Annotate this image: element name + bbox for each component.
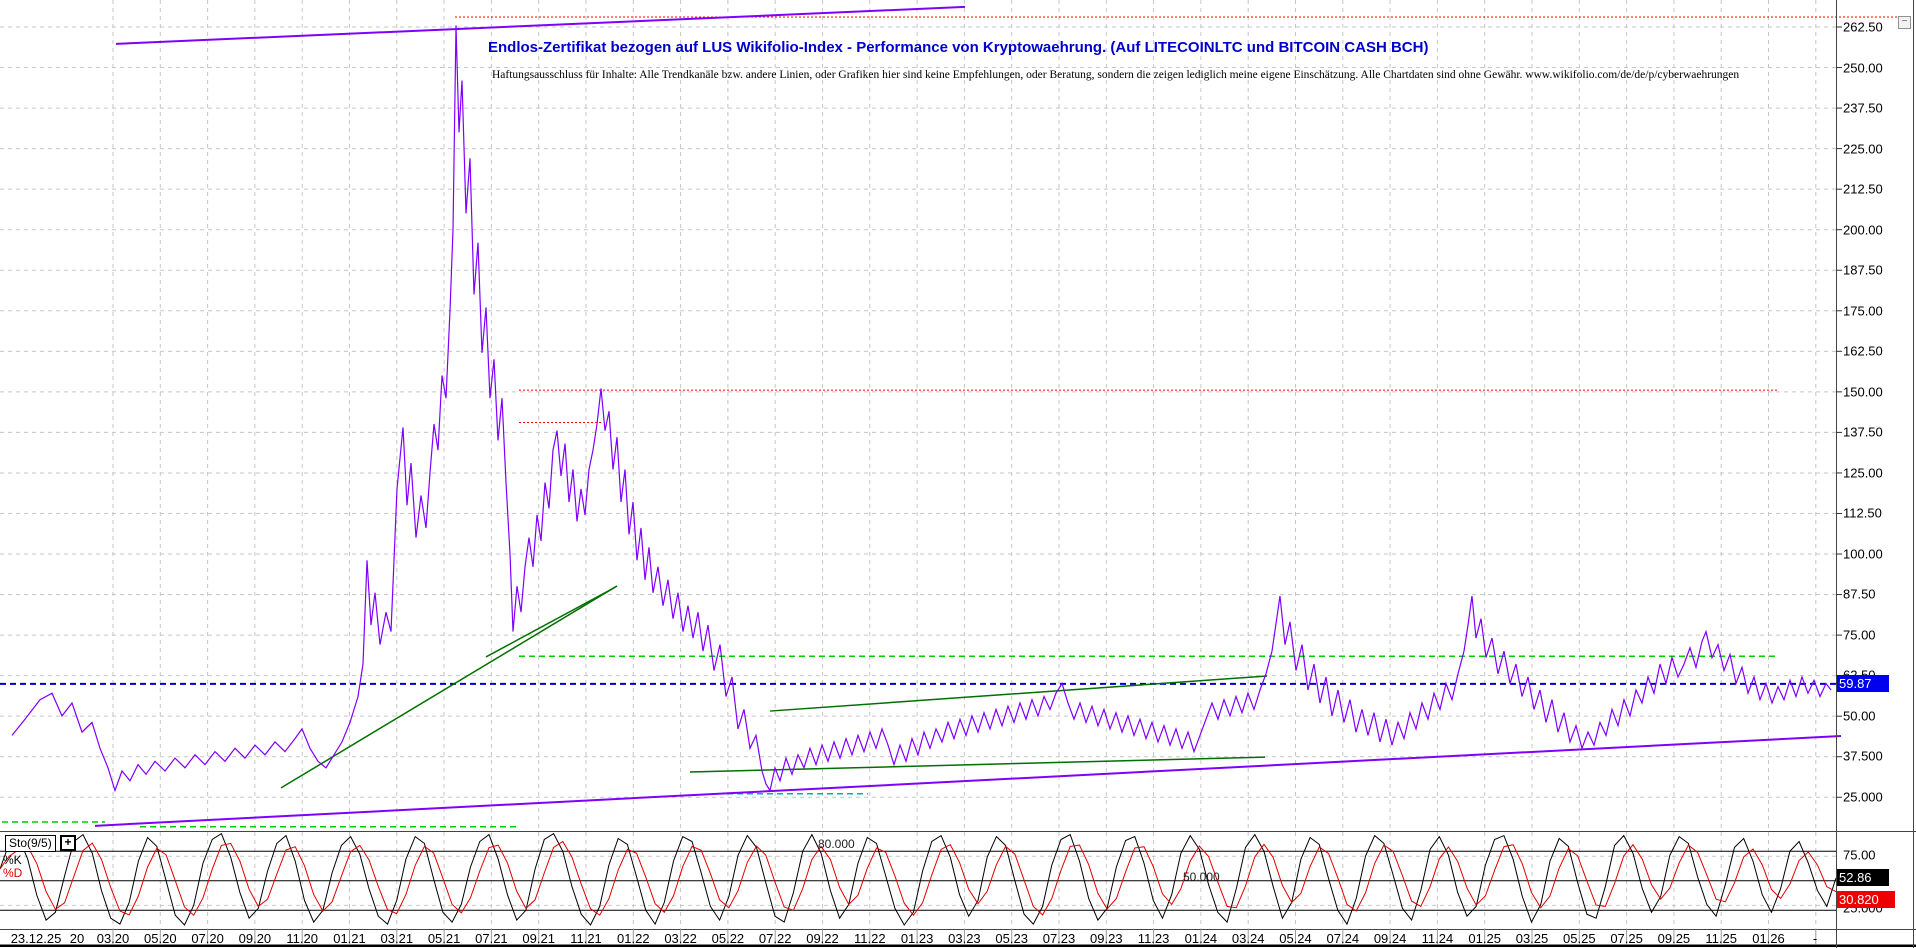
x-axis-label: 03.25	[1515, 931, 1549, 946]
price-axis-label: 150.00	[1843, 384, 1883, 400]
x-axis-label: 03.22	[664, 931, 697, 946]
trendline-green_solid	[769, 675, 1268, 712]
chart-title: Endlos-Zertifikat bezogen auf LUS Wikifo…	[488, 39, 1429, 56]
price-axis-label: 87.50	[1843, 586, 1876, 602]
price-axis-label: 200.00	[1843, 222, 1883, 238]
x-axis-label: 05.20	[144, 931, 177, 946]
price-axis-label: 250.00	[1843, 60, 1883, 76]
d-percent-label: %D	[3, 866, 23, 880]
chart-disclaimer: Haftungsausschluss für Inhalte: Alle Tre…	[492, 69, 1740, 81]
sto-level-80-label: 80.000	[818, 837, 855, 851]
x-axis-label: 03.23	[948, 931, 981, 946]
trendline-trend_purple	[94, 735, 1842, 827]
x-axis-label: 09.24	[1373, 931, 1407, 946]
x-axis-label: 11.21	[570, 931, 602, 946]
x-axis-label: 01.24	[1184, 931, 1218, 946]
price-axis-label: 137.50	[1843, 424, 1883, 440]
price-axis-label: 50.00	[1843, 708, 1876, 724]
price-axis-label: 175.00	[1843, 303, 1883, 319]
x-axis-label: 05.24	[1279, 931, 1312, 946]
price-axis-label: 187.50	[1843, 262, 1883, 278]
x-axis-label: 01.26	[1752, 931, 1785, 946]
price-axis-label: 100.00	[1843, 546, 1883, 562]
sto-axis-label-75: 75.00	[1843, 847, 1876, 863]
x-axis-label: 11.20	[286, 931, 318, 946]
x-axis-label: 09.20	[238, 931, 272, 946]
price-axis-label: 112.50	[1843, 505, 1882, 521]
x-axis-start-date: 23.12.25	[10, 931, 62, 946]
x-axis-label: 07.21	[475, 931, 508, 946]
x-axis-tail: -	[1812, 931, 1818, 946]
price-axis-label: 125.00	[1843, 465, 1883, 481]
x-axis-label: 03.21	[380, 931, 414, 946]
x-axis-label: 03.24	[1231, 931, 1265, 946]
price-axis-label: 225.00	[1843, 141, 1883, 157]
price-axis-label: 237.50	[1843, 100, 1883, 116]
sto-level-50-label: 50.000	[1183, 870, 1220, 884]
add-indicator-button[interactable]: +	[60, 835, 76, 851]
x-axis-label: 01.23	[900, 931, 934, 946]
price-axis-label: 212.50	[1843, 181, 1883, 197]
price-axis-label: 162.50	[1843, 343, 1883, 359]
x-axis-label: 20	[69, 931, 85, 946]
price-axis-label: 75.00	[1843, 627, 1876, 643]
minimize-button[interactable]: −	[1898, 16, 1911, 29]
price-axis-label: 25.000	[1843, 789, 1883, 805]
x-axis-label: 07.23	[1042, 931, 1076, 946]
chart-window: Endlos-Zertifikat bezogen auf LUS Wikifo…	[0, 0, 1916, 948]
chart-canvas[interactable]	[0, 0, 1916, 948]
x-axis-label: 09.21	[522, 931, 555, 946]
x-axis-label: 07.20	[191, 931, 224, 946]
x-axis-label: 05.25	[1563, 931, 1596, 946]
d-value-badge: 30.820	[1837, 891, 1895, 908]
sto-settings-button[interactable]: Sto(9/5)	[5, 835, 56, 852]
current-price-badge: 59.87	[1837, 675, 1889, 692]
trendline-green_solid	[280, 585, 618, 789]
k-percent-label: %K	[3, 853, 22, 867]
x-axis-label: 11.24	[1421, 931, 1454, 946]
x-axis-label: 07.25	[1610, 931, 1643, 946]
x-axis-label: 03.20	[96, 931, 130, 946]
x-axis-label: 09.23	[1090, 931, 1123, 946]
k-value-badge: 52.86	[1837, 869, 1889, 886]
x-axis-label: 05.23	[995, 931, 1028, 946]
x-axis-label: 09.25	[1657, 931, 1691, 946]
sto-d-line	[0, 840, 1837, 917]
x-axis-label: 01.21	[333, 931, 366, 946]
x-axis-label: 01.25	[1468, 931, 1501, 946]
trendline-green_solid	[485, 587, 615, 658]
x-axis-label: 11.23	[1137, 931, 1170, 946]
x-axis-label: 01.22	[617, 931, 650, 946]
x-axis-label: 05.22	[711, 931, 745, 946]
x-axis-label: 05.21	[427, 931, 461, 946]
price-axis-label: 37.500	[1843, 748, 1883, 764]
x-axis-label: 07.24	[1326, 931, 1360, 946]
x-axis-label: 09.22	[806, 931, 839, 946]
x-axis-label: 07.22	[758, 931, 792, 946]
x-axis-label: 11.22	[854, 931, 886, 946]
x-axis-label: 11.25	[1705, 931, 1737, 946]
price-axis-label: 262.50	[1843, 19, 1883, 35]
